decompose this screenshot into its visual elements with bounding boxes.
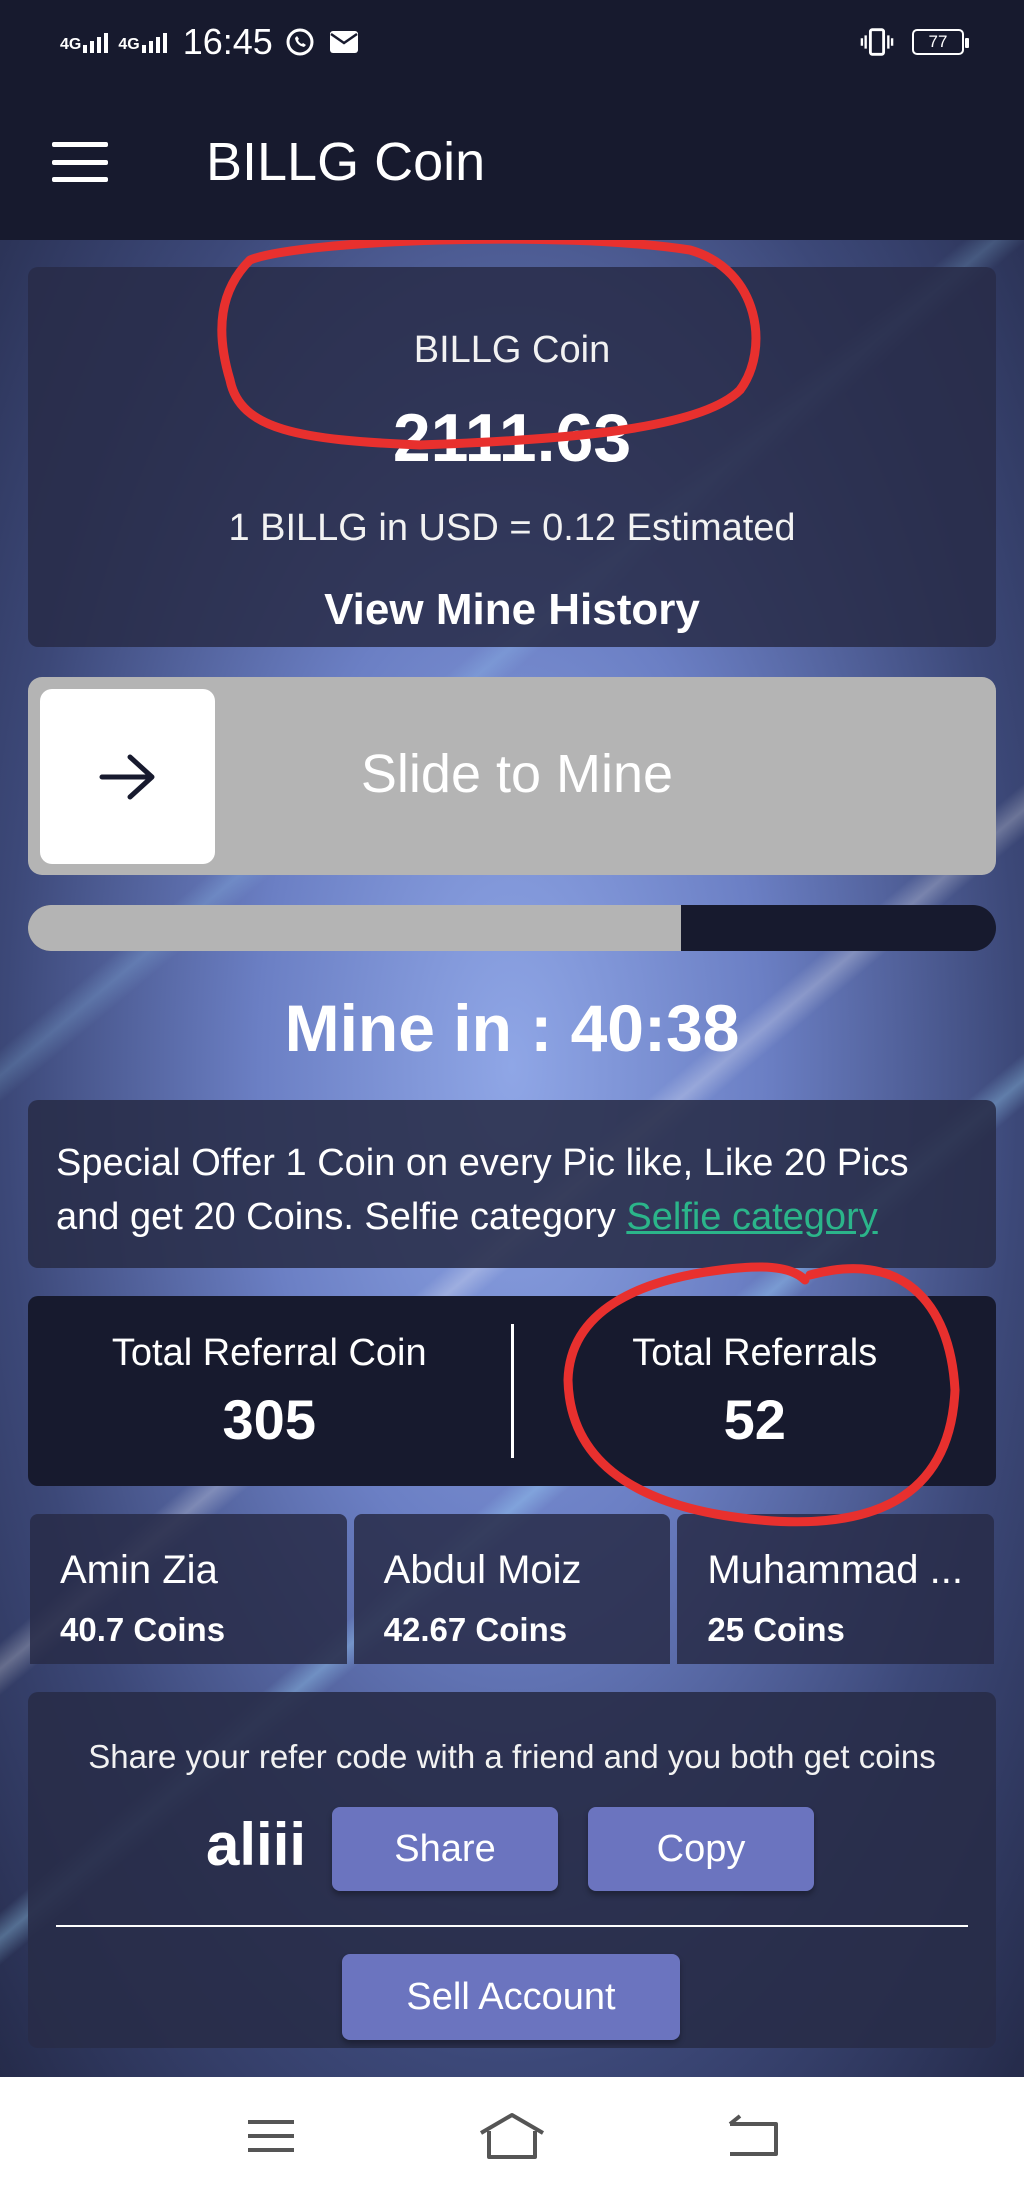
menu-icon[interactable] xyxy=(231,2106,311,2166)
hamburger-icon[interactable] xyxy=(52,142,108,182)
app-title: BILLG Coin xyxy=(206,132,486,192)
main-content: BILLG Coin 2111.63 1 BILLG in USD = 0.12… xyxy=(0,240,1024,2077)
status-bar: 4G 4G 16:45 77 xyxy=(0,0,1024,84)
annotation-circle xyxy=(563,1262,960,1527)
status-right: 77 xyxy=(860,25,969,59)
back-icon[interactable] xyxy=(713,2106,793,2166)
signal-icon: 4G xyxy=(60,31,109,53)
home-icon[interactable] xyxy=(472,2106,552,2166)
annotation-overlay xyxy=(217,240,960,1527)
vibrate-icon xyxy=(860,25,894,59)
annotation-circle xyxy=(217,240,761,450)
whatsapp-icon xyxy=(283,25,317,59)
signal-icon: 4G xyxy=(118,31,167,53)
mail-icon xyxy=(327,25,361,59)
clock: 16:45 xyxy=(182,21,273,62)
system-nav-bar xyxy=(0,2077,1024,2195)
battery-icon: 77 xyxy=(912,29,969,55)
status-left: 4G 4G 16:45 xyxy=(60,21,361,63)
app-bar: BILLG Coin xyxy=(0,84,1024,240)
